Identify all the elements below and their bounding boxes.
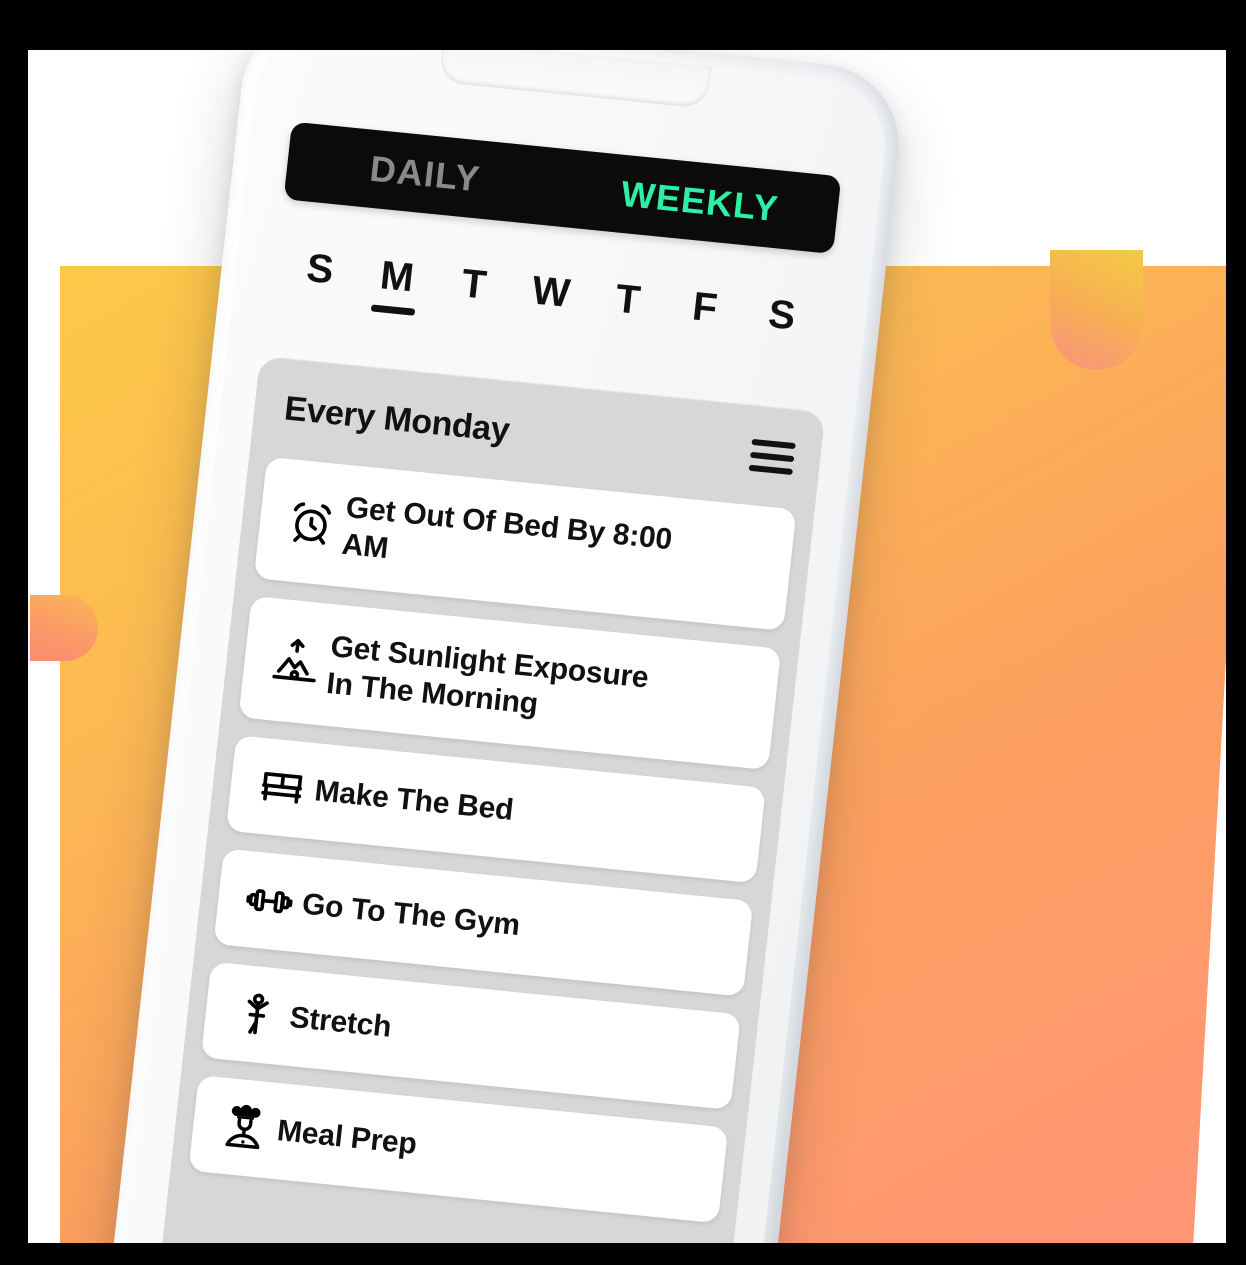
- page-canvas: DAILY WEEKLY S M T W T F S Every Monday …: [28, 50, 1226, 1243]
- alarm-clock-icon: [276, 496, 347, 548]
- chef-icon: [209, 1102, 280, 1154]
- weekday-selector: S M T W T F S: [286, 246, 812, 375]
- task-label: Get Out Of Bed By 8:00 AM: [340, 490, 674, 566]
- screenshot-stage: DAILY WEEKLY S M T W T F S Every Monday …: [0, 0, 1246, 1265]
- day-wednesday[interactable]: W: [521, 268, 581, 315]
- dumbbell-icon: [234, 874, 305, 928]
- day-saturday[interactable]: S: [752, 292, 812, 338]
- hamburger-line: [749, 451, 795, 463]
- decorative-blob-top-right: [1050, 250, 1143, 370]
- task-label: Make The Bed: [312, 774, 515, 828]
- sunrise-icon: [260, 635, 331, 689]
- person-stretching-icon: [222, 988, 293, 1040]
- day-sunday[interactable]: S: [290, 246, 350, 292]
- task-label: Stretch: [287, 1001, 394, 1045]
- hamburger-line: [748, 464, 793, 476]
- task-label: Get Sunlight Exposure In The Morning: [324, 629, 651, 721]
- task-list-panel: Every Monday Get Out Of Bed By 8:00 AM G…: [149, 355, 826, 1243]
- phone-screen-bezel: DAILY WEEKLY S M T W T F S Every Monday …: [114, 50, 892, 1243]
- tab-weekly[interactable]: WEEKLY: [560, 167, 839, 236]
- hamburger-menu-icon[interactable]: [748, 438, 796, 476]
- task-card-list: Get Out Of Bed By 8:00 AM Get Sunlight E…: [170, 455, 814, 1225]
- hamburger-line: [751, 438, 796, 450]
- section-title: Every Monday: [282, 388, 512, 450]
- day-monday[interactable]: M: [367, 253, 427, 300]
- task-label: Meal Prep: [275, 1114, 419, 1162]
- bed-icon: [247, 762, 318, 814]
- day-friday[interactable]: F: [675, 284, 735, 330]
- day-thursday[interactable]: T: [598, 277, 658, 323]
- view-mode-tabbar: DAILY WEEKLY: [283, 121, 842, 254]
- decorative-blob-left: [30, 595, 98, 661]
- app-screen: DAILY WEEKLY S M T W T F S Every Monday …: [142, 84, 860, 1243]
- tab-daily[interactable]: DAILY: [286, 140, 565, 209]
- day-tuesday[interactable]: T: [444, 261, 504, 307]
- phone-notch: [438, 50, 712, 109]
- task-label: Go To The Gym: [300, 887, 522, 943]
